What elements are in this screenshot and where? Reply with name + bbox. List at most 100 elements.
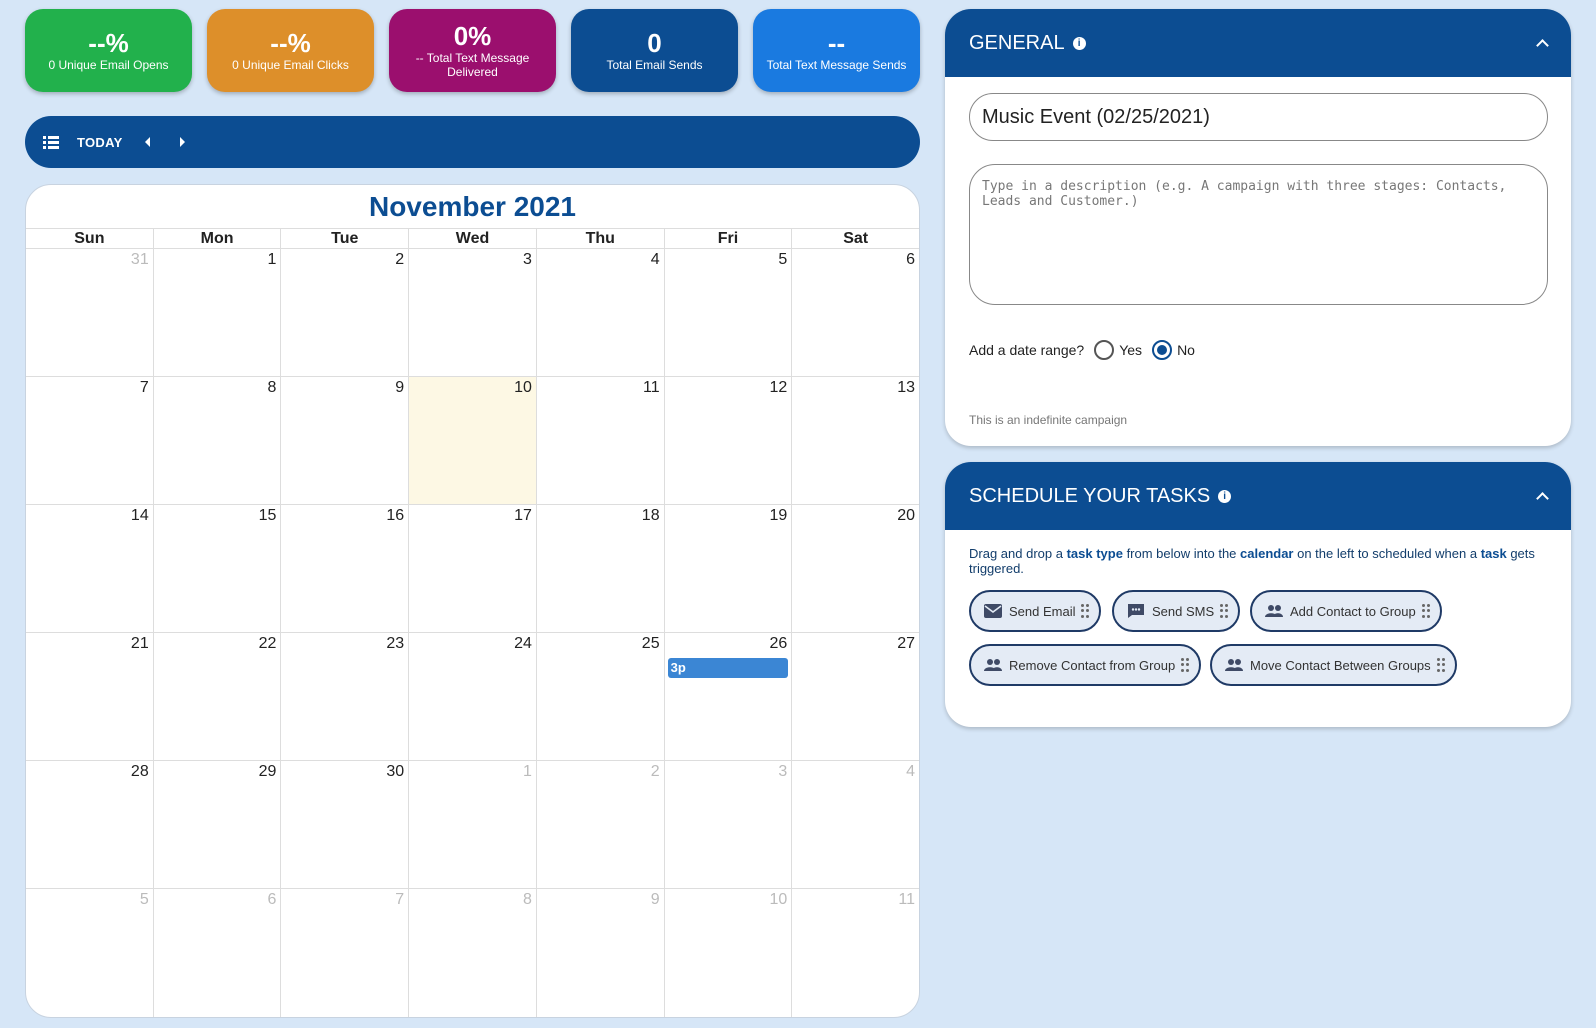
calendar-week: 21 22 23 24 25 26 3p 27: [26, 633, 919, 761]
calendar-day-cell[interactable]: 3: [665, 761, 793, 888]
calendar-day-cell[interactable]: 19: [665, 505, 793, 632]
instr-text: Drag and drop a: [969, 546, 1067, 561]
day-number: 14: [130, 507, 149, 524]
calendar-day-cell[interactable]: 26 3p: [665, 633, 793, 760]
calendar-day-cell[interactable]: 1: [409, 761, 537, 888]
dow-tue: Tue: [281, 229, 410, 248]
chevron-up-icon[interactable]: [1537, 38, 1547, 48]
dow-sun: Sun: [26, 229, 154, 248]
drag-handle-icon[interactable]: [1220, 604, 1229, 618]
calendar-day-cell[interactable]: 3: [409, 249, 537, 376]
calendar-day-cell[interactable]: 28: [26, 761, 154, 888]
no-label[interactable]: No: [1177, 342, 1195, 358]
schedule-panel-header[interactable]: SCHEDULE YOUR TASKS i: [945, 462, 1571, 530]
calendar-day-cell[interactable]: 23: [281, 633, 410, 760]
chevron-up-icon[interactable]: [1537, 491, 1547, 501]
day-number: 5: [778, 251, 788, 268]
date-range-yes-radio[interactable]: [1094, 340, 1115, 360]
calendar-day-cell[interactable]: 25: [537, 633, 665, 760]
day-number: 31: [130, 251, 149, 268]
calendar-week: 31 1 2 3 4 5 6: [26, 249, 919, 377]
calendar-day-cell[interactable]: 14: [26, 505, 154, 632]
calendar-day-cell[interactable]: 10: [665, 889, 793, 1017]
calendar-day-cell[interactable]: 20: [792, 505, 919, 632]
info-icon[interactable]: i: [1218, 489, 1232, 503]
day-number: 13: [897, 379, 916, 396]
calendar-day-cell[interactable]: 10: [409, 377, 537, 504]
day-number: 19: [769, 507, 788, 524]
calendar-day-cell[interactable]: 29: [154, 761, 282, 888]
calendar-day-cell[interactable]: 6: [792, 249, 919, 376]
drag-handle-icon[interactable]: [1436, 658, 1445, 672]
calendar-event[interactable]: 3p: [667, 658, 789, 678]
task-chip-add-contact[interactable]: Add Contact to Group: [1250, 590, 1442, 632]
task-chip-send-sms[interactable]: Send SMS: [1112, 590, 1241, 632]
dow-mon: Mon: [154, 229, 282, 248]
calendar-day-cell[interactable]: 7: [26, 377, 154, 504]
calendar-day-cell[interactable]: 9: [281, 377, 410, 504]
stat-value: --%: [270, 27, 311, 58]
calendar-day-cell[interactable]: 6: [154, 889, 282, 1017]
day-number: 23: [386, 635, 405, 652]
drag-handle-icon[interactable]: [1421, 604, 1430, 618]
drag-handle-icon[interactable]: [1181, 658, 1190, 672]
calendar-day-cell[interactable]: 15: [154, 505, 282, 632]
task-chip-send-email[interactable]: Send Email: [969, 590, 1102, 632]
task-chip-move-contact[interactable]: Move Contact Between Groups: [1210, 644, 1457, 686]
general-panel: GENERAL i Add a date range? Yes No This …: [945, 9, 1571, 446]
calendar-day-cell[interactable]: 11: [537, 377, 665, 504]
drag-handle-icon[interactable]: [1081, 604, 1090, 618]
instr-text: from below into the: [1122, 546, 1241, 561]
instr-text: on the left to scheduled when a: [1293, 546, 1481, 561]
description-input[interactable]: [969, 164, 1548, 305]
list-view-icon[interactable]: [43, 135, 59, 149]
yes-label[interactable]: Yes: [1119, 342, 1142, 358]
calendar-day-cell[interactable]: 2: [537, 761, 665, 888]
calendar-day-cell[interactable]: 16: [281, 505, 410, 632]
general-panel-header[interactable]: GENERAL i: [945, 9, 1571, 77]
email-icon: [983, 603, 1003, 619]
calendar-day-cell[interactable]: 5: [26, 889, 154, 1017]
calendar-day-cell[interactable]: 24: [409, 633, 537, 760]
calendar-day-cell[interactable]: 17: [409, 505, 537, 632]
calendar-day-cell[interactable]: 2: [281, 249, 410, 376]
date-range-row: Add a date range? Yes No: [969, 340, 1195, 360]
task-chip-remove-contact[interactable]: Remove Contact from Group: [969, 644, 1202, 686]
calendar-day-cell[interactable]: 13: [792, 377, 919, 504]
calendar-day-cell[interactable]: 21: [26, 633, 154, 760]
calendar-day-cell[interactable]: 30: [281, 761, 410, 888]
stat-value: --%: [88, 27, 129, 58]
calendar-day-cell[interactable]: 7: [281, 889, 410, 1017]
calendar-day-cell[interactable]: 5: [665, 249, 793, 376]
today-button[interactable]: TODAY: [77, 135, 123, 150]
day-number: 3: [522, 251, 532, 268]
day-number: 3: [778, 763, 788, 780]
calendar-day-cell[interactable]: 1: [154, 249, 282, 376]
prev-month-icon[interactable]: [144, 137, 150, 147]
calendar-day-cell[interactable]: 22: [154, 633, 282, 760]
day-number: 21: [130, 635, 149, 652]
calendar-title: November 2021: [26, 185, 919, 229]
calendar-day-cell[interactable]: 9: [537, 889, 665, 1017]
date-range-no-radio[interactable]: [1152, 340, 1173, 360]
schedule-title: SCHEDULE YOUR TASKS: [969, 484, 1211, 507]
calendar-day-cell[interactable]: 12: [665, 377, 793, 504]
calendar-week: 5 6 7 8 9 10 11: [26, 889, 919, 1017]
calendar-day-cell[interactable]: 8: [154, 377, 282, 504]
day-number: 8: [267, 379, 277, 396]
day-number: 15: [258, 507, 277, 524]
day-number: 9: [650, 891, 660, 908]
calendar-day-cell[interactable]: 27: [792, 633, 919, 760]
calendar-day-cell[interactable]: 4: [537, 249, 665, 376]
day-number: 17: [514, 507, 532, 524]
calendar-day-cell[interactable]: 4: [792, 761, 919, 888]
info-icon[interactable]: i: [1072, 36, 1086, 50]
calendar-day-cell[interactable]: 11: [792, 889, 919, 1017]
calendar-day-cell[interactable]: 31: [26, 249, 154, 376]
calendar-day-cell[interactable]: 8: [409, 889, 537, 1017]
calendar-day-cell[interactable]: 18: [537, 505, 665, 632]
next-month-icon[interactable]: [179, 137, 185, 147]
day-number: 1: [267, 251, 277, 268]
campaign-name-input[interactable]: [969, 93, 1548, 141]
schedule-instructions: Drag and drop a task type from below int…: [969, 546, 1549, 576]
